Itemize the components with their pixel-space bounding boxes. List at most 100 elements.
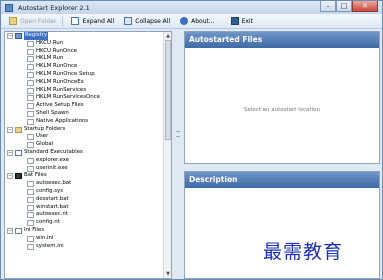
collapse-toggle-icon[interactable]: −	[7, 33, 13, 39]
collapse-toggle-icon[interactable]: −	[7, 173, 13, 180]
key-icon	[27, 212, 34, 219]
tree-item[interactable]: Shell Spawn	[5, 110, 165, 118]
pane-splitter[interactable]	[174, 31, 182, 279]
exit-button[interactable]: Exit	[229, 16, 255, 27]
batch-icon	[15, 173, 22, 180]
window-controls: – □ ✕	[320, 1, 378, 12]
minimize-button[interactable]: –	[320, 1, 336, 12]
tree-item[interactable]: User	[5, 133, 165, 141]
maximize-button[interactable]: □	[336, 1, 352, 12]
key-icon	[27, 243, 34, 250]
key-icon	[27, 235, 34, 242]
tree-item-label: HKLM RunServices	[36, 86, 87, 93]
tree-item[interactable]: system.ini	[5, 243, 165, 251]
exit-icon	[230, 17, 239, 25]
info-icon	[180, 17, 189, 25]
registry-icon	[15, 33, 22, 39]
tree-item[interactable]: winstart.bat	[5, 204, 165, 212]
splitter-grip-icon	[176, 131, 180, 137]
tree-item[interactable]: win.ini	[5, 235, 165, 243]
empty-message: Select an autostart location	[243, 107, 321, 113]
tree-item[interactable]: HKLM RunOnce Setup	[5, 71, 165, 79]
key-icon	[27, 157, 34, 164]
collapse-toggle-icon[interactable]: −	[7, 227, 13, 234]
tree-item-label: HKLM RunOnceEx	[36, 78, 84, 85]
key-icon	[27, 79, 34, 86]
key-icon	[27, 220, 34, 227]
close-button[interactable]: ✕	[352, 1, 378, 12]
about-label: About...	[191, 17, 215, 25]
tree-item[interactable]: HKLM RunOnce	[5, 63, 165, 71]
app-icon	[5, 3, 13, 12]
key-icon	[27, 142, 34, 149]
tree-item-label: winstart.bat	[36, 203, 69, 210]
autostarted-files-title: Autostarted Files	[185, 32, 379, 48]
tree-item-label: HKLM RunServicesOnce	[36, 94, 100, 101]
title-bar[interactable]: Autostart Explorer 2.1 – □ ✕	[1, 1, 382, 14]
tree-scrollbar[interactable]: ▲ ▼	[163, 32, 171, 278]
tree-item-label: Global	[36, 141, 54, 148]
tree-item-label: HKCU Run	[36, 39, 64, 46]
app-window: Autostart Explorer 2.1 – □ ✕ Open Folder…	[0, 0, 383, 280]
tree-item[interactable]: autoexec.nt	[5, 211, 165, 219]
tree-item[interactable]: Active Setup Files	[5, 102, 165, 110]
tree-item-label: Shell Spawn	[36, 109, 69, 116]
collapse-all-label: Collapse All	[135, 17, 171, 25]
tree-item[interactable]: HKLM RunOnceEx	[5, 79, 165, 87]
scroll-down-icon[interactable]: ▼	[164, 270, 171, 278]
tree-item-label: Startup Folders	[24, 125, 66, 132]
scroll-up-icon[interactable]: ▲	[164, 32, 171, 40]
open-folder-button[interactable]: Open Folder	[7, 16, 58, 27]
tree-item[interactable]: config.sys	[5, 188, 165, 196]
executable-icon	[15, 149, 22, 156]
toolbar: Open Folder Expand All Collapse All Abou…	[1, 14, 382, 29]
tree-item[interactable]: − Bat Files	[5, 172, 165, 180]
key-icon	[27, 188, 34, 195]
collapse-toggle-icon[interactable]: −	[7, 126, 13, 133]
collapse-all-button[interactable]: Collapse All	[122, 16, 172, 27]
tree-item[interactable]: − Registry	[5, 32, 165, 40]
tree-item[interactable]: HKLM Run	[5, 55, 165, 63]
tree-item[interactable]: − Ini Files	[5, 227, 165, 235]
tree-item-label: HKLM RunOnce Setup	[36, 70, 95, 77]
tree-item[interactable]: Native Applications	[5, 118, 165, 126]
key-icon	[27, 110, 34, 117]
tree-item[interactable]: Global	[5, 141, 165, 149]
tree-item[interactable]: HKLM RunServicesOnce	[5, 94, 165, 102]
tree-item[interactable]: − Standard Executables	[5, 149, 165, 157]
tree-item[interactable]: autoexec.bat	[5, 180, 165, 188]
key-icon	[27, 40, 34, 47]
tree-item-label: Ini Files	[24, 226, 45, 233]
autostarted-files-panel: Autostarted Files Select an autostart lo…	[184, 31, 380, 164]
tree-item-label: win.ini	[36, 234, 54, 241]
tree-item-label: HKLM Run	[36, 55, 64, 62]
tree-item[interactable]: dosstart.bat	[5, 196, 165, 204]
about-button[interactable]: About...	[178, 16, 216, 27]
key-icon	[27, 64, 34, 71]
expand-all-button[interactable]: Expand All	[69, 16, 116, 27]
key-icon	[27, 71, 34, 78]
expand-all-label: Expand All	[82, 17, 115, 25]
tree-rows: − Registry HKCU Run HKCU RunOnce HKLM Run HKL…	[5, 32, 165, 250]
scrollbar-thumb[interactable]	[165, 40, 171, 140]
tree-item[interactable]: userinit.exe	[5, 165, 165, 173]
exit-label: Exit	[241, 17, 253, 25]
tree-item[interactable]: config.nt	[5, 219, 165, 227]
key-icon	[27, 48, 34, 55]
key-icon	[27, 118, 34, 125]
tree-item[interactable]: HKCU Run	[5, 40, 165, 48]
key-icon	[27, 181, 34, 188]
collapse-toggle-icon[interactable]: −	[7, 149, 13, 156]
tree-item[interactable]: HKLM RunServices	[5, 87, 165, 95]
tree-item[interactable]: − Startup Folders	[5, 126, 165, 134]
key-icon	[27, 204, 34, 211]
tree-item-label: User	[36, 133, 49, 140]
expand-all-icon	[71, 17, 80, 25]
autostart-location-tree[interactable]: − Registry HKCU Run HKCU RunOnce HKLM Run HKL…	[4, 31, 172, 279]
folder-icon	[9, 17, 17, 25]
window-title: Autostart Explorer 2.1	[18, 3, 90, 12]
tree-item[interactable]: HKCU RunOnce	[5, 48, 165, 56]
tree-item[interactable]: explorer.exe	[5, 157, 165, 165]
key-icon	[27, 196, 34, 203]
tree-item-label: HKLM RunOnce	[36, 63, 78, 70]
